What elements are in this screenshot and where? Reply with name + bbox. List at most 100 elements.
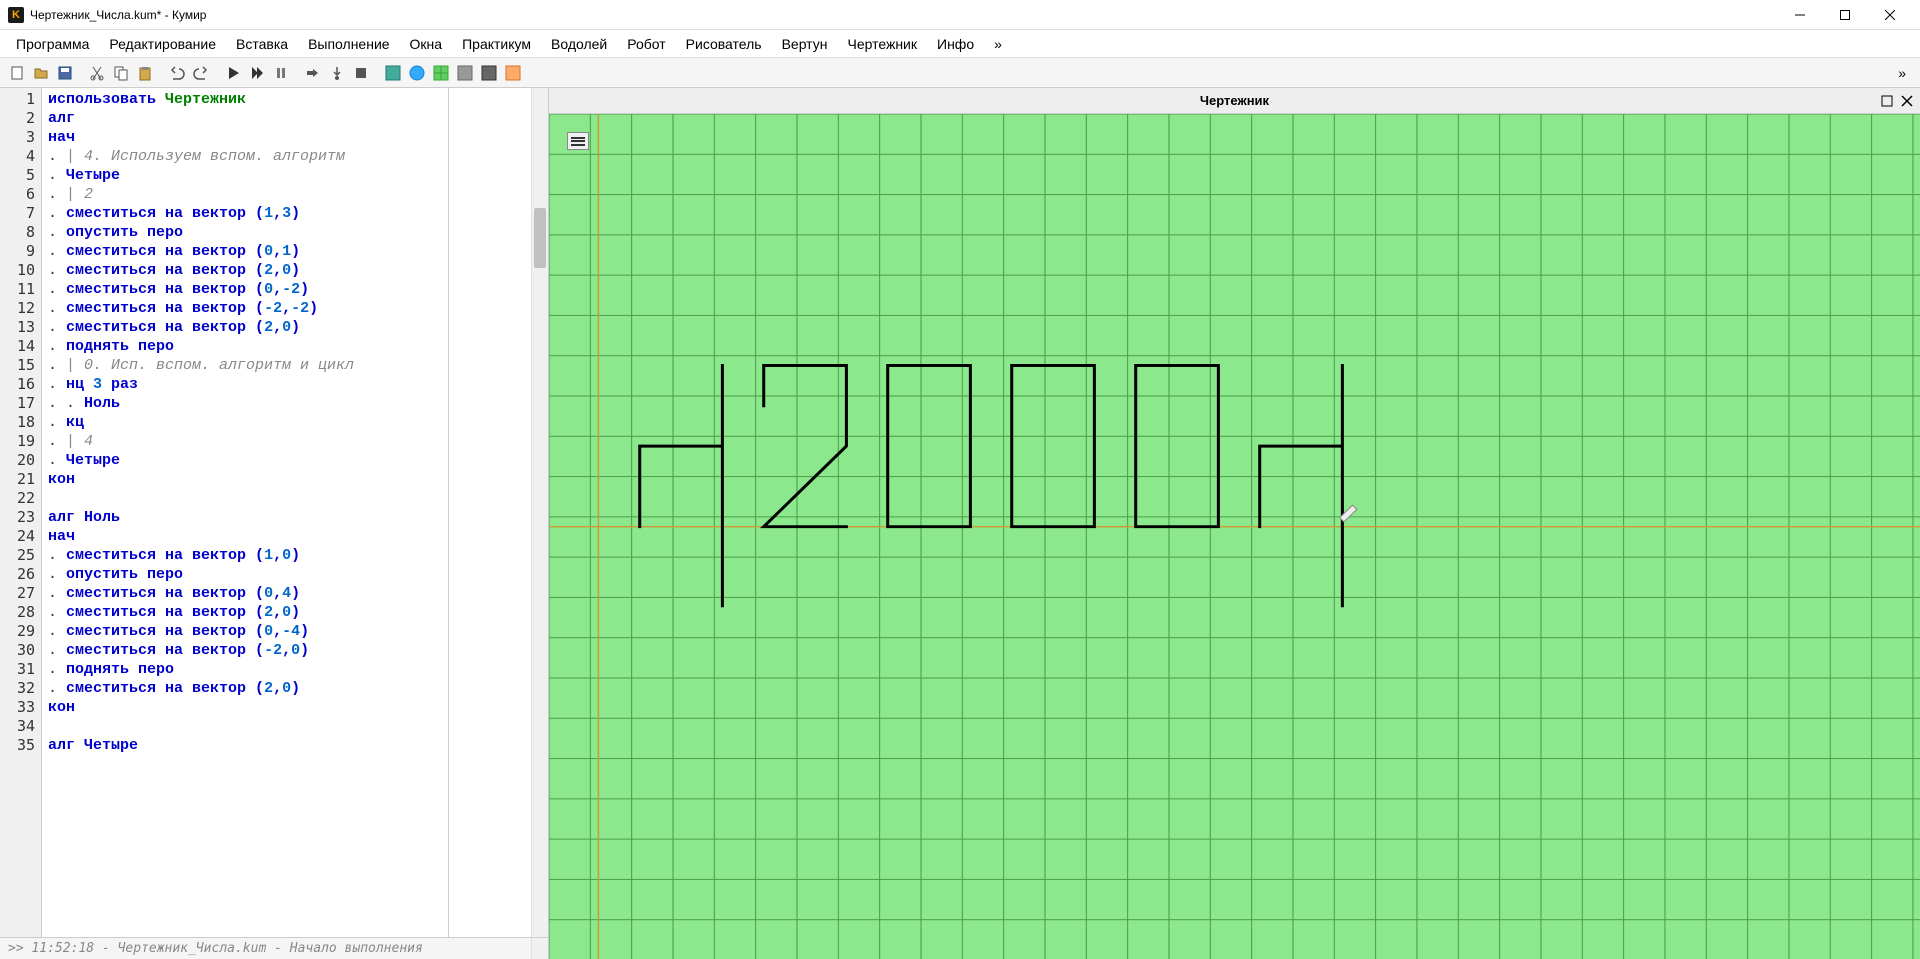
code-line[interactable]: . сместиться на вектор (0,1) xyxy=(48,242,525,261)
code-line[interactable]: кон xyxy=(48,470,525,489)
actor-2-icon[interactable] xyxy=(406,62,428,84)
code-line[interactable]: . сместиться на вектор (-2,0) xyxy=(48,641,525,660)
new-file-icon[interactable] xyxy=(6,62,28,84)
code-line[interactable]: . опустить перо xyxy=(48,223,525,242)
editor[interactable]: 1234567891011121314151617181920212223242… xyxy=(0,88,548,937)
code-line[interactable] xyxy=(48,717,525,736)
actor-6-icon[interactable] xyxy=(502,62,524,84)
menu-item-5[interactable]: Практикум xyxy=(454,32,539,56)
code-line[interactable]: . сместиться на вектор (2,0) xyxy=(48,318,525,337)
menu-item-10[interactable]: Чертежник xyxy=(839,32,925,56)
code-line[interactable]: кон xyxy=(48,698,525,717)
menu-item-6[interactable]: Водолей xyxy=(543,32,615,56)
code-line[interactable]: . Четыре xyxy=(48,166,525,185)
line-number: 28 xyxy=(0,603,41,622)
line-number: 27 xyxy=(0,584,41,603)
pause-icon[interactable] xyxy=(270,62,292,84)
code-line[interactable]: . сместиться на вектор (2,0) xyxy=(48,261,525,280)
line-number: 25 xyxy=(0,546,41,565)
line-number: 22 xyxy=(0,489,41,508)
canvas-menu-icon[interactable] xyxy=(567,132,589,150)
menu-item-9[interactable]: Вертун xyxy=(774,32,836,56)
menu-item-0[interactable]: Программа xyxy=(8,32,97,56)
step-icon[interactable] xyxy=(302,62,324,84)
code-line[interactable]: . поднять перо xyxy=(48,660,525,679)
line-number: 1 xyxy=(0,90,41,109)
menu-item-1[interactable]: Редактирование xyxy=(101,32,224,56)
menu-item-8[interactable]: Рисователь xyxy=(678,32,770,56)
line-number: 11 xyxy=(0,280,41,299)
paste-icon[interactable] xyxy=(134,62,156,84)
actor-4-icon[interactable] xyxy=(454,62,476,84)
code-area[interactable]: использовать Чертежникалгнач. | 4. Испол… xyxy=(42,88,531,937)
actor-1-icon[interactable] xyxy=(382,62,404,84)
vertical-scrollbar[interactable] xyxy=(531,88,548,937)
line-number: 10 xyxy=(0,261,41,280)
code-line[interactable]: . | 4. Используем вспом. алгоритм xyxy=(48,147,525,166)
toolbar: » xyxy=(0,58,1920,88)
code-line[interactable]: . сместиться на вектор (2,0) xyxy=(48,603,525,622)
menu-item-4[interactable]: Окна xyxy=(402,32,451,56)
step-into-icon[interactable] xyxy=(326,62,348,84)
undo-icon[interactable] xyxy=(166,62,188,84)
maximize-button[interactable] xyxy=(1822,1,1867,29)
menu-item-11[interactable]: Инфо xyxy=(929,32,982,56)
save-file-icon[interactable] xyxy=(54,62,76,84)
toolbar-expand-icon[interactable]: » xyxy=(1890,65,1914,81)
code-line[interactable] xyxy=(48,489,525,508)
run-fast-icon[interactable] xyxy=(246,62,268,84)
line-number: 23 xyxy=(0,508,41,527)
open-file-icon[interactable] xyxy=(30,62,52,84)
code-line[interactable]: . | 2 xyxy=(48,185,525,204)
menu-item-12[interactable]: » xyxy=(986,32,1010,56)
menu-item-7[interactable]: Робот xyxy=(619,32,673,56)
canvas[interactable] xyxy=(549,114,1920,959)
actor-3-icon[interactable] xyxy=(430,62,452,84)
cut-icon[interactable] xyxy=(86,62,108,84)
code-line[interactable]: . Четыре xyxy=(48,451,525,470)
titlebar: K Чертежник_Числа.kum* - Кумир xyxy=(0,0,1920,30)
code-line[interactable]: нач xyxy=(48,527,525,546)
line-number: 20 xyxy=(0,451,41,470)
canvas-close-icon[interactable] xyxy=(1898,92,1916,110)
status-scrollbar[interactable] xyxy=(531,938,548,959)
stop-icon[interactable] xyxy=(350,62,372,84)
run-icon[interactable] xyxy=(222,62,244,84)
code-line[interactable]: нач xyxy=(48,128,525,147)
code-line[interactable]: . сместиться на вектор (1,0) xyxy=(48,546,525,565)
code-line[interactable]: . сместиться на вектор (2,0) xyxy=(48,679,525,698)
redo-icon[interactable] xyxy=(190,62,212,84)
code-line[interactable]: . сместиться на вектор (0,-4) xyxy=(48,622,525,641)
line-number: 9 xyxy=(0,242,41,261)
code-line[interactable]: . | 4 xyxy=(48,432,525,451)
line-number: 15 xyxy=(0,356,41,375)
code-line[interactable]: . кц xyxy=(48,413,525,432)
code-line[interactable]: . нц 3 раз xyxy=(48,375,525,394)
code-line[interactable]: алг Ноль xyxy=(48,508,525,527)
line-number: 2 xyxy=(0,109,41,128)
close-button[interactable] xyxy=(1867,1,1912,29)
code-line[interactable]: . опустить перо xyxy=(48,565,525,584)
line-number: 12 xyxy=(0,299,41,318)
minimize-button[interactable] xyxy=(1777,1,1822,29)
line-number: 21 xyxy=(0,470,41,489)
code-line[interactable]: . сместиться на вектор (1,3) xyxy=(48,204,525,223)
code-line[interactable]: . поднять перо xyxy=(48,337,525,356)
code-line[interactable]: . сместиться на вектор (-2,-2) xyxy=(48,299,525,318)
code-line[interactable]: использовать Чертежник xyxy=(48,90,525,109)
code-line[interactable]: . сместиться на вектор (0,-2) xyxy=(48,280,525,299)
canvas-title-text: Чертежник xyxy=(1200,93,1269,108)
line-number: 14 xyxy=(0,337,41,356)
copy-icon[interactable] xyxy=(110,62,132,84)
code-line[interactable]: . сместиться на вектор (0,4) xyxy=(48,584,525,603)
code-line[interactable]: . | 0. Исп. вспом. алгоритм и цикл xyxy=(48,356,525,375)
code-line[interactable]: алг Четыре xyxy=(48,736,525,755)
line-number: 3 xyxy=(0,128,41,147)
actor-5-icon[interactable] xyxy=(478,62,500,84)
menu-item-2[interactable]: Вставка xyxy=(228,32,296,56)
code-line[interactable]: алг xyxy=(48,109,525,128)
menu-item-3[interactable]: Выполнение xyxy=(300,32,397,56)
code-line[interactable]: . . Ноль xyxy=(48,394,525,413)
canvas-maximize-icon[interactable] xyxy=(1878,92,1896,110)
scrollbar-thumb[interactable] xyxy=(534,208,546,268)
